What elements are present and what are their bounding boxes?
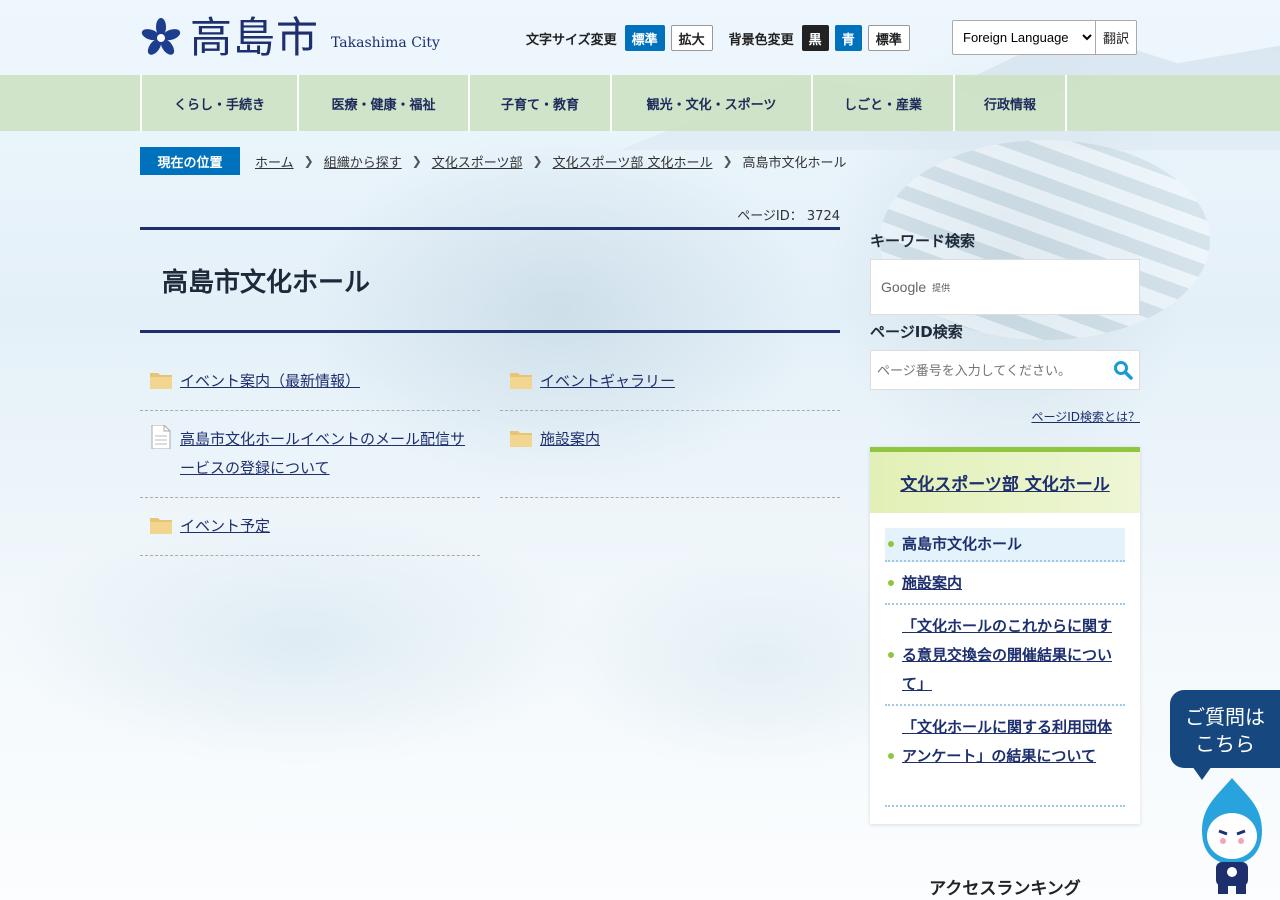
- language-select[interactable]: Foreign Language: [952, 20, 1096, 55]
- nav-item-education[interactable]: 子育て・教育: [468, 75, 610, 131]
- access-ranking-title: アクセスランキング: [929, 879, 1081, 899]
- list-item: イベントギャラリー: [500, 353, 840, 411]
- chevron-right-icon: ❯: [532, 154, 543, 168]
- folder-icon: [150, 518, 172, 534]
- link-event-schedule[interactable]: イベント予定: [180, 512, 270, 555]
- google-logo: Google: [881, 279, 927, 295]
- pageid-help-link[interactable]: ページID検索とは？: [870, 408, 1140, 425]
- language-selector: Foreign Language 翻訳: [952, 20, 1137, 55]
- page-title: 高島市文化ホール: [140, 227, 840, 333]
- chevron-right-icon: ❯: [303, 154, 314, 168]
- google-provided-label: 提供: [932, 283, 951, 294]
- accessibility-tools: 文字サイズ変更 標準 拡大 背景色変更 黒 青 標準: [526, 25, 916, 51]
- google-search-box[interactable]: Google 提供: [870, 259, 1140, 315]
- breadcrumb-culture-sports[interactable]: 文化スポーツ部: [432, 152, 523, 171]
- font-size-label: 文字サイズ変更: [526, 32, 617, 48]
- link-facility-guide[interactable]: 施設案内: [540, 425, 600, 497]
- flower-logo-icon: [141, 18, 181, 55]
- site-logo[interactable]: 高島市 Takashima City: [140, 14, 440, 62]
- link-event-info[interactable]: イベント案内（最新情報）: [180, 367, 360, 410]
- search-icon[interactable]: [1113, 360, 1133, 380]
- site-header: 高島市 Takashima City 文字サイズ変更 標準 拡大 背景色変更 黒…: [0, 0, 1280, 75]
- folder-icon: [510, 373, 532, 389]
- list-item: 施設案内: [500, 411, 840, 498]
- mascot-icon[interactable]: [1192, 776, 1272, 896]
- pageid-search-title: ページID検索: [870, 323, 963, 341]
- pageid-input[interactable]: [877, 362, 1097, 378]
- subnav-item-culture-hall[interactable]: 高島市文化ホール: [885, 528, 1125, 562]
- font-size-large-button[interactable]: 拡大: [670, 25, 713, 51]
- sidebar-search: キーワード検索 Google 提供 ページID検索 ページID検索とは？: [870, 230, 1140, 425]
- pageid-search-box: [870, 350, 1140, 390]
- nav-item-administration[interactable]: 行政情報: [953, 75, 1067, 131]
- logo-english: Takashima City: [331, 35, 440, 51]
- breadcrumb-culture-hall-dept[interactable]: 文化スポーツ部 文化ホール: [553, 152, 713, 171]
- bg-color-label: 背景色変更: [728, 32, 794, 48]
- subnav-title[interactable]: 文化スポーツ部 文化ホール: [870, 452, 1140, 513]
- chat-bubble[interactable]: ご質問は こちら: [1170, 690, 1280, 780]
- subnav-item-survey-results[interactable]: 「文化ホールに関する利用団体アンケート」の結果について: [885, 706, 1125, 807]
- link-mail-service[interactable]: 高島市文化ホールイベントのメール配信サービスの登録について: [180, 425, 470, 497]
- breadcrumb-organization[interactable]: 組織から探す: [324, 152, 402, 171]
- chevron-right-icon: ❯: [722, 154, 733, 168]
- breadcrumb-home[interactable]: ホーム: [255, 152, 294, 171]
- section-subnav: 文化スポーツ部 文化ホール 高島市文化ホール 施設案内 「文化ホールのこれからに…: [870, 447, 1140, 824]
- bg-black-button[interactable]: 黒: [801, 25, 829, 51]
- breadcrumb-here-label: 現在の位置: [140, 147, 240, 175]
- bg-blue-button[interactable]: 青: [834, 25, 862, 51]
- folder-icon: [150, 373, 172, 389]
- global-nav: くらし・手続き 医療・健康・福祉 子育て・教育 観光・文化・スポーツ しごと・産…: [0, 75, 1280, 131]
- folder-icon: [510, 431, 532, 447]
- document-icon: [151, 425, 171, 449]
- font-size-standard-button[interactable]: 標準: [624, 25, 665, 51]
- chat-line-1: ご質問は: [1185, 705, 1265, 729]
- chatbot-widget[interactable]: ご質問は こちら: [1170, 690, 1280, 900]
- translate-button[interactable]: 翻訳: [1096, 20, 1137, 55]
- list-item: イベント予定: [140, 498, 480, 556]
- link-event-gallery[interactable]: イベントギャラリー: [540, 367, 675, 410]
- nav-item-living[interactable]: くらし・手続き: [140, 75, 297, 131]
- list-item: イベント案内（最新情報）: [140, 353, 480, 411]
- subnav-item-facility[interactable]: 施設案内: [885, 562, 1125, 605]
- nav-item-business[interactable]: しごと・産業: [811, 75, 953, 131]
- page-id: ページID： 3724: [737, 209, 840, 224]
- chat-line-2: こちら: [1195, 732, 1255, 756]
- list-item: 高島市文化ホールイベントのメール配信サービスの登録について: [140, 411, 480, 498]
- subnav-item-exchange-meeting[interactable]: 「文化ホールのこれからに関する意見交換会の開催結果について」: [885, 605, 1125, 706]
- breadcrumb: 現在の位置 ホーム ❯ 組織から探す ❯ 文化スポーツ部 ❯ 文化スポーツ部 文…: [140, 147, 847, 175]
- bg-standard-button[interactable]: 標準: [867, 25, 910, 51]
- chevron-right-icon: ❯: [411, 154, 422, 168]
- nav-item-health[interactable]: 医療・健康・福祉: [297, 75, 468, 131]
- logo-kanji: 高島市: [190, 13, 320, 62]
- breadcrumb-current: 高島市文化ホール: [742, 155, 847, 171]
- keyword-search-title: キーワード検索: [870, 232, 976, 250]
- nav-item-tourism[interactable]: 観光・文化・スポーツ: [610, 75, 811, 131]
